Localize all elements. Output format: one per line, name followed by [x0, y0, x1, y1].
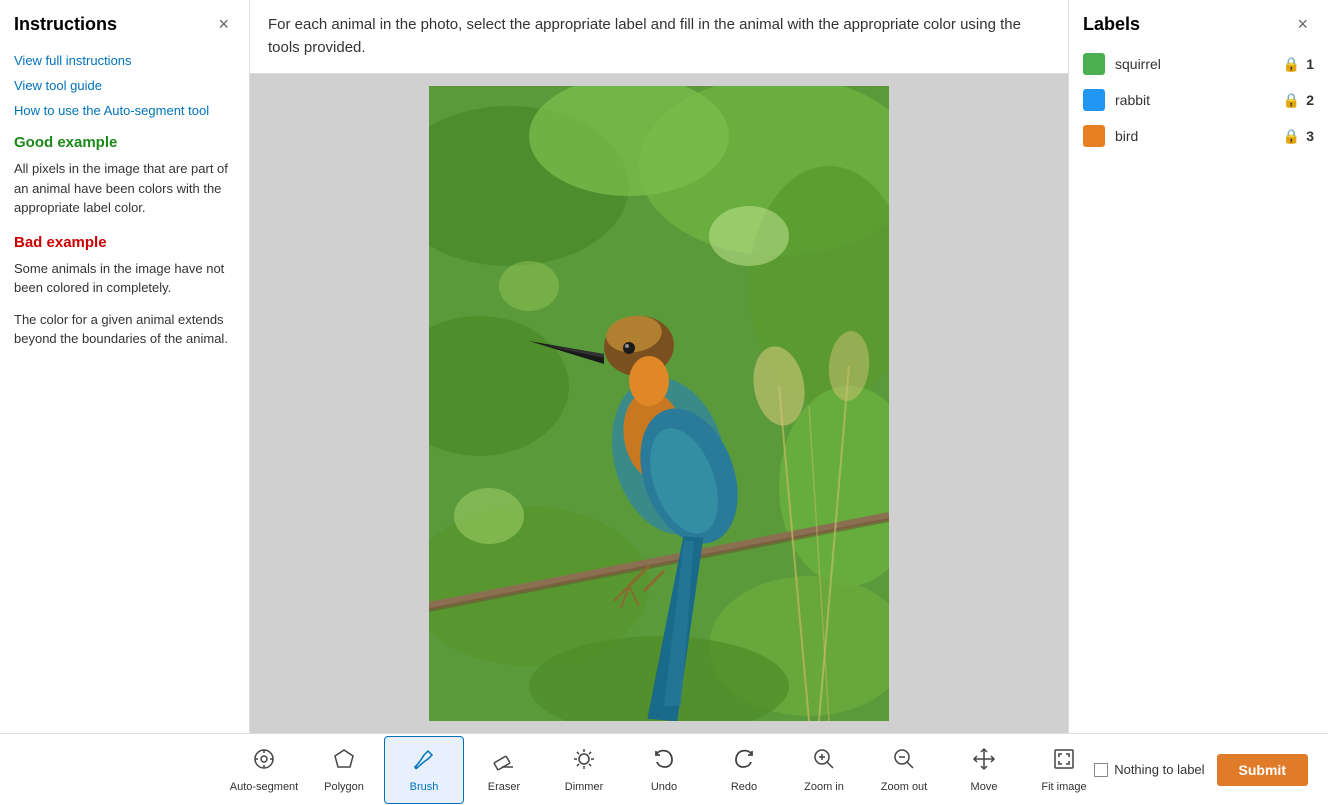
zoom-in-label: Zoom in — [804, 781, 844, 793]
zoom-in-icon — [812, 747, 836, 777]
fit-image-label: Fit image — [1041, 781, 1086, 793]
bad-example-text1: Some animals in the image have not been … — [14, 259, 235, 298]
good-example-title: Good example — [14, 134, 235, 151]
polygon-label: Polygon — [324, 781, 364, 793]
canvas-area: For each animal in the photo, select the… — [250, 0, 1068, 733]
instruction-bar: For each animal in the photo, select the… — [250, 0, 1068, 74]
good-example-text: All pixels in the image that are part of… — [14, 159, 235, 218]
redo-label: Redo — [731, 781, 757, 793]
bird-color — [1083, 125, 1105, 147]
redo-icon — [732, 747, 756, 777]
labels-title: Labels — [1083, 14, 1140, 35]
bottom-toolbar: Auto-segment Polygon Brush Eraser — [0, 733, 1328, 805]
bad-example-text2: The color for a given animal extends bey… — [14, 310, 235, 349]
undo-tool[interactable]: Undo — [624, 736, 704, 804]
polygon-tool[interactable]: Polygon — [304, 736, 384, 804]
sidebar-close-button[interactable]: × — [212, 12, 235, 37]
rabbit-color — [1083, 89, 1105, 111]
eraser-icon — [492, 747, 516, 777]
auto-segment-label: Auto-segment — [230, 781, 298, 793]
image-container[interactable] — [250, 74, 1068, 733]
bad-example-title: Bad example — [14, 234, 235, 251]
nothing-to-label-text: Nothing to label — [1114, 762, 1204, 777]
auto-segment-icon — [252, 747, 276, 777]
eraser-label: Eraser — [488, 781, 520, 793]
eraser-tool[interactable]: Eraser — [464, 736, 544, 804]
rabbit-count: 2 — [1306, 92, 1314, 108]
nothing-to-label-checkbox[interactable] — [1094, 763, 1108, 777]
move-tool[interactable]: Move — [944, 736, 1024, 804]
zoom-out-label: Zoom out — [881, 781, 927, 793]
bird-label: bird — [1115, 128, 1283, 144]
polygon-icon — [332, 747, 356, 777]
dimmer-label: Dimmer — [565, 781, 604, 793]
bird-count: 3 — [1306, 128, 1314, 144]
brush-tool[interactable]: Brush — [384, 736, 464, 804]
label-item-rabbit[interactable]: rabbit 🔒 2 — [1083, 89, 1314, 111]
bird-lock-icon: 🔒 — [1283, 128, 1300, 145]
label-item-bird[interactable]: bird 🔒 3 — [1083, 125, 1314, 147]
sidebar-title: Instructions — [14, 14, 117, 35]
fit-image-tool[interactable]: Fit image — [1024, 736, 1104, 804]
labeling-image[interactable] — [429, 86, 889, 721]
undo-label: Undo — [651, 781, 677, 793]
dimmer-icon — [572, 747, 596, 777]
brush-label: Brush — [410, 781, 439, 793]
instruction-text: For each animal in the photo, select the… — [268, 16, 1021, 56]
squirrel-count: 1 — [1306, 56, 1314, 72]
zoom-out-icon — [892, 747, 916, 777]
move-label: Move — [971, 781, 998, 793]
zoom-out-tool[interactable]: Zoom out — [864, 736, 944, 804]
redo-tool[interactable]: Redo — [704, 736, 784, 804]
rabbit-lock-icon: 🔒 — [1283, 92, 1300, 109]
sidebar-header: Instructions × — [14, 12, 235, 37]
zoom-in-tool[interactable]: Zoom in — [784, 736, 864, 804]
rabbit-label: rabbit — [1115, 92, 1283, 108]
view-tool-guide-link[interactable]: View tool guide — [14, 78, 235, 93]
auto-segment-guide-link[interactable]: How to use the Auto-segment tool — [14, 103, 235, 118]
instructions-sidebar: Instructions × View full instructions Vi… — [0, 0, 250, 733]
labels-panel: Labels × squirrel 🔒 1 rabbit 🔒 2 bird 🔒 … — [1068, 0, 1328, 733]
labels-close-button[interactable]: × — [1291, 12, 1314, 37]
undo-icon — [652, 747, 676, 777]
toolbar-right: Nothing to label Submit — [1094, 754, 1308, 786]
fit-image-icon — [1052, 747, 1076, 777]
squirrel-color — [1083, 53, 1105, 75]
labels-header: Labels × — [1083, 12, 1314, 37]
squirrel-lock-icon: 🔒 — [1283, 56, 1300, 73]
auto-segment-tool[interactable]: Auto-segment — [224, 736, 304, 804]
squirrel-label: squirrel — [1115, 56, 1283, 72]
brush-icon — [412, 747, 436, 777]
label-item-squirrel[interactable]: squirrel 🔒 1 — [1083, 53, 1314, 75]
dimmer-tool[interactable]: Dimmer — [544, 736, 624, 804]
submit-button[interactable]: Submit — [1217, 754, 1308, 786]
nothing-to-label-container: Nothing to label — [1094, 762, 1204, 777]
view-full-instructions-link[interactable]: View full instructions — [14, 53, 235, 68]
move-icon — [972, 747, 996, 777]
